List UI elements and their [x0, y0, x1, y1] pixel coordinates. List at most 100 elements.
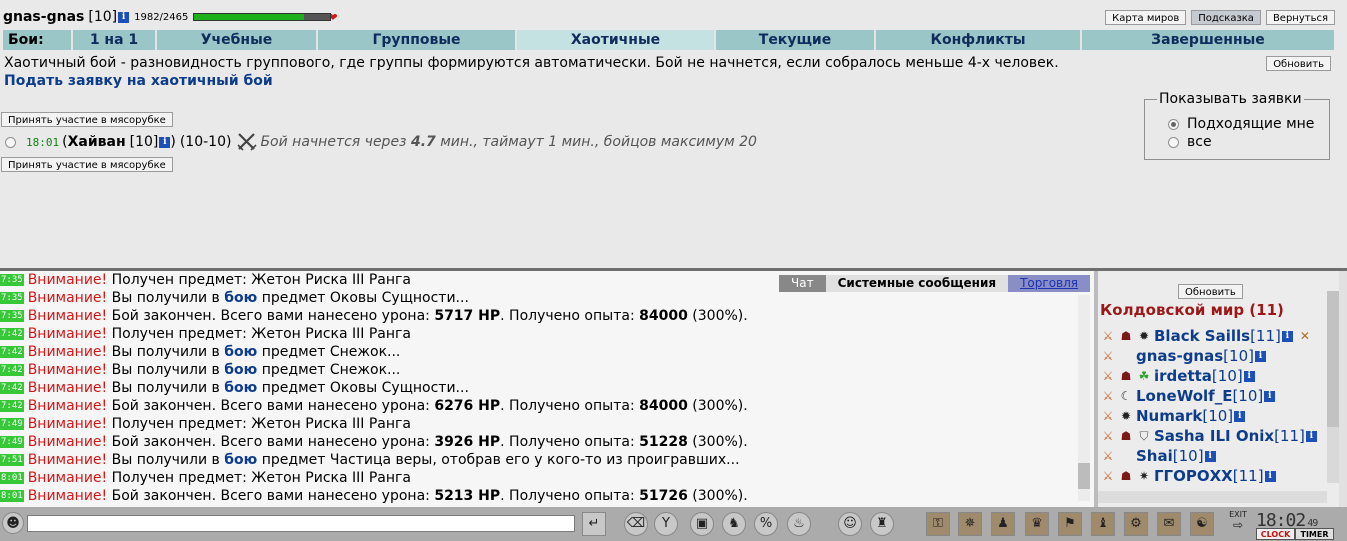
- clan-icon: ☗: [1120, 468, 1132, 483]
- log-text: Вы получили в: [111, 380, 220, 396]
- log-percent: (300%).: [692, 398, 748, 414]
- tabs-label: Бои:: [3, 30, 73, 50]
- log-scrollbar-thumb[interactable]: [1078, 463, 1090, 489]
- exit-button[interactable]: EXIT ⇨: [1224, 507, 1252, 532]
- log-time: 7:42: [0, 364, 24, 376]
- eraser-icon[interactable]: ⌫: [624, 512, 648, 536]
- user-name[interactable]: Numark: [1136, 407, 1202, 425]
- log-percent: (300%).: [692, 308, 748, 324]
- filter-legend: Показывать заявки: [1157, 91, 1304, 107]
- user-name[interactable]: irdetta: [1154, 367, 1212, 385]
- helmet-icon[interactable]: ♜: [870, 512, 894, 536]
- bag-icon[interactable]: ♟: [991, 512, 1015, 536]
- tab-group[interactable]: Групповые: [318, 30, 517, 50]
- star-icon: ✷: [1138, 468, 1150, 483]
- filter-radio-all[interactable]: [1168, 136, 1179, 148]
- send-icon[interactable]: ↵: [582, 512, 606, 536]
- info-icon[interactable]: i: [118, 11, 130, 23]
- user-level: [11]: [1274, 427, 1305, 445]
- talk-icon[interactable]: ☻: [2, 512, 24, 534]
- clan-icon[interactable]: ♛: [1025, 512, 1049, 536]
- chat-input[interactable]: [27, 515, 575, 532]
- user-row[interactable]: ⚔ ☗ ✷ ГГОРОХХ [11] i: [1100, 466, 1276, 486]
- fighter-icon[interactable]: ♞: [722, 512, 746, 536]
- inventory-icon[interactable]: ♝: [1091, 512, 1115, 536]
- log-experience: 51726: [639, 488, 688, 504]
- user-level: [10]: [1211, 367, 1243, 385]
- info-icon[interactable]: i: [1264, 470, 1276, 482]
- filter-option-all[interactable]: все: [1168, 134, 1212, 150]
- log-fight-link[interactable]: бою: [224, 452, 257, 468]
- smile-icon[interactable]: ☺: [838, 512, 862, 536]
- users-scrollbar[interactable]: [1327, 291, 1339, 483]
- tab-chat[interactable]: Чат: [779, 275, 826, 292]
- log-text: предмет Снежок...: [261, 362, 401, 378]
- user-row[interactable]: ⚔ Shai [10] i: [1100, 446, 1216, 466]
- log-fight-link[interactable]: бою: [224, 344, 257, 360]
- save-icon[interactable]: ▣: [690, 512, 714, 536]
- refresh-users-button[interactable]: Обновить: [1178, 284, 1243, 299]
- tab-current[interactable]: Текущие: [716, 30, 876, 50]
- hint-button[interactable]: Подсказка: [1191, 10, 1261, 25]
- log-warning: Внимание!: [27, 272, 108, 288]
- user-row[interactable]: ⚔ ☾ LoneWolf_E [10] i: [1100, 386, 1276, 406]
- log-fight-link[interactable]: бою: [224, 290, 257, 306]
- join-mincer-button[interactable]: Принять участие в мясорубке: [1, 157, 173, 172]
- fire-icon[interactable]: ♨: [787, 512, 811, 536]
- lock-icon[interactable]: ⚿: [926, 512, 950, 536]
- tab-finished[interactable]: Завершенные: [1082, 30, 1334, 50]
- filter-option-suitable[interactable]: Подходящие мне: [1168, 116, 1314, 132]
- join-mincer-button[interactable]: Принять участие в мясорубке: [1, 112, 173, 127]
- user-row[interactable]: ⚔ gnas-gnas [10] i: [1100, 346, 1266, 366]
- info-icon[interactable]: i: [1264, 390, 1276, 402]
- quests-icon[interactable]: ⚙: [1124, 512, 1148, 536]
- users-scrollbar-thumb[interactable]: [1327, 291, 1339, 427]
- tab-system-messages[interactable]: Системные сообщения: [825, 275, 1009, 292]
- log-scrollbar[interactable]: [1078, 295, 1090, 501]
- info-icon[interactable]: i: [1243, 370, 1255, 382]
- mail-icon[interactable]: ✉: [1157, 512, 1181, 536]
- fight-select-radio[interactable]: [5, 136, 16, 148]
- user-row[interactable]: ⚔ ☗ ⛉ Sasha ILI Onix [11] i: [1100, 426, 1317, 446]
- log-fight-link[interactable]: бою: [224, 380, 257, 396]
- user-name[interactable]: Shai: [1136, 447, 1173, 465]
- info-icon[interactable]: i: [1234, 410, 1246, 422]
- user-row[interactable]: ⚔ ☗ ☘ irdetta [10] i: [1100, 366, 1255, 386]
- info-icon[interactable]: i: [159, 136, 171, 148]
- status-icon: ⚔: [1102, 428, 1114, 443]
- map-icon[interactable]: ⚑: [1058, 512, 1082, 536]
- tab-1v1[interactable]: 1 на 1: [73, 30, 157, 50]
- users-horizontal-scrollbar[interactable]: [1098, 491, 1327, 503]
- tab-chaotic[interactable]: Хаотичные: [517, 30, 716, 50]
- info-icon[interactable]: i: [1204, 450, 1216, 462]
- tab-training[interactable]: Учебные: [157, 30, 318, 50]
- user-level: [10]: [1172, 447, 1204, 465]
- user-name[interactable]: gnas-gnas: [1136, 347, 1223, 365]
- timer-mode-button[interactable]: TIMER: [1295, 528, 1334, 540]
- info-icon[interactable]: i: [1281, 330, 1293, 342]
- fight-leader-name[interactable]: Хайван: [68, 134, 126, 150]
- filter-icon[interactable]: Y: [654, 512, 678, 536]
- clock-mode-button[interactable]: CLOCK: [1256, 528, 1295, 540]
- user-name[interactable]: Black Saills: [1154, 327, 1250, 345]
- user-name[interactable]: ГГОРОХХ: [1154, 467, 1233, 485]
- tab-conflicts[interactable]: Конфликты: [876, 30, 1082, 50]
- info-icon[interactable]: i: [1254, 350, 1266, 362]
- log-fight-link[interactable]: бою: [224, 362, 257, 378]
- filter-option-label: все: [1187, 134, 1212, 150]
- translit-icon[interactable]: %: [754, 512, 778, 536]
- filter-radio-suitable[interactable]: [1168, 118, 1179, 130]
- tab-trade[interactable]: Торговля: [1008, 275, 1090, 292]
- info-icon[interactable]: i: [1305, 430, 1317, 442]
- user-name[interactable]: Sasha ILI Onix: [1154, 427, 1274, 445]
- user-name[interactable]: LoneWolf_E: [1136, 387, 1232, 405]
- user-row[interactable]: ⚔ ☗ ✹ Black Saills [11] i ✕: [1100, 326, 1315, 346]
- submit-chaotic-request-link[interactable]: Подать заявку на хаотичный бой: [4, 73, 273, 89]
- back-button[interactable]: Вернуться: [1265, 10, 1335, 25]
- refresh-button[interactable]: Обновить: [1266, 56, 1331, 71]
- friends-icon[interactable]: ☯: [1190, 512, 1214, 536]
- user-row[interactable]: ⚔ ✹ Numark [10] i: [1100, 406, 1246, 426]
- skills-icon[interactable]: ✵: [958, 512, 982, 536]
- world-map-button[interactable]: Карта миров: [1105, 10, 1187, 25]
- player-name[interactable]: gnas-gnas: [3, 9, 84, 25]
